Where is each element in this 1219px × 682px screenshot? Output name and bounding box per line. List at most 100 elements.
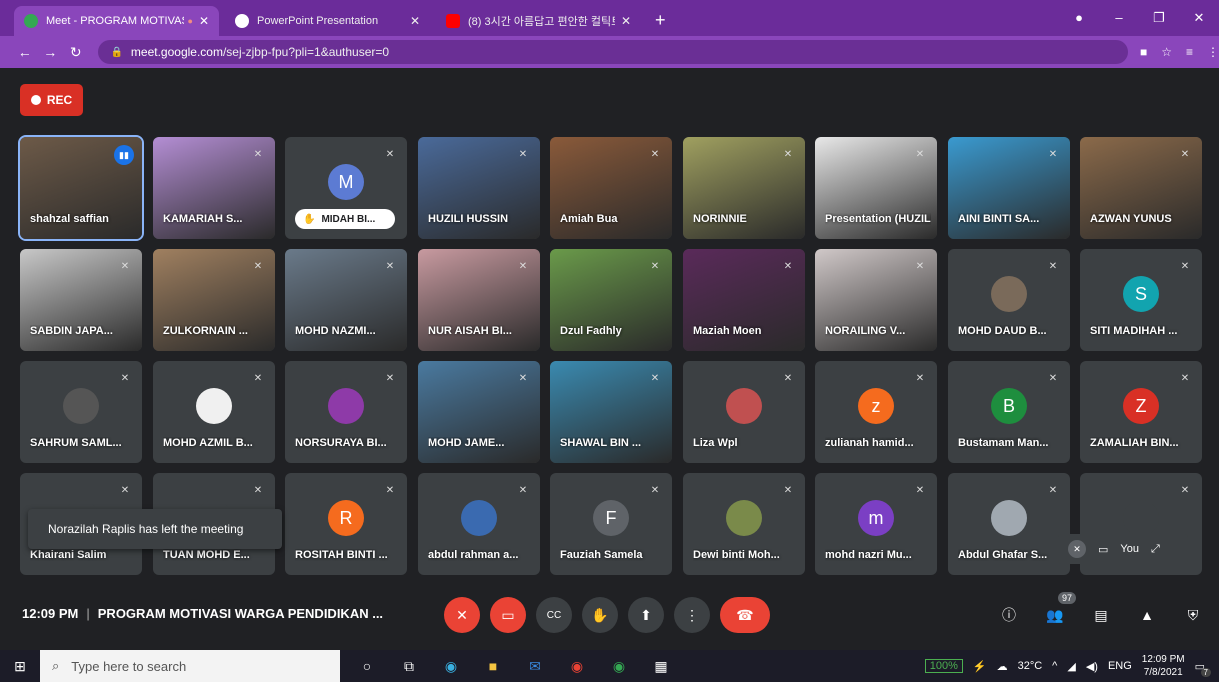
participant-tile[interactable]: Z ✕ ZAMALIAH BIN... <box>1080 361 1202 463</box>
participant-tile[interactable]: ✕ NORSURAYA BI... <box>285 361 407 463</box>
participant-name: Bustamam Man... <box>958 437 1049 449</box>
participant-name: NORSURAYA BI... <box>295 437 387 449</box>
participant-tile[interactable]: ✕ ZULKORNAIN ... <box>153 249 275 351</box>
menu-icon[interactable]: ⋮ <box>1207 45 1219 59</box>
participant-tile[interactable]: ▮▮ shahzal saffian <box>18 135 144 241</box>
participant-tile[interactable]: F ✕ Fauziah Samela <box>550 473 672 575</box>
tab-meet[interactable]: Meet - PROGRAM MOTIVASI ● ✕ <box>14 6 219 36</box>
camera-icon[interactable]: ■ <box>1140 45 1147 59</box>
participant-name: SHAWAL BIN ... <box>560 437 642 449</box>
participant-tile[interactable]: B ✕ Bustamam Man... <box>948 361 1070 463</box>
file-explorer-icon[interactable]: ■ <box>482 658 504 675</box>
activities-button[interactable]: ▲ <box>1134 598 1160 632</box>
participant-name: NORINNIE <box>693 213 747 225</box>
mic-muted-icon: ✕ <box>518 372 528 384</box>
volume-icon[interactable]: ◀) <box>1086 660 1098 673</box>
taskbar-clock[interactable]: 12:09 PM 7/8/2021 <box>1142 653 1185 679</box>
participant-tile[interactable]: ✕ HUZILI HUSSIN <box>418 137 540 239</box>
tab-powerpoint[interactable]: PowerPoint Presentation ✕ <box>225 6 430 36</box>
participant-tile[interactable]: ✕ SAHRUM SAML... <box>20 361 142 463</box>
participant-tile[interactable]: ✕ MOHD NAZMI... <box>285 249 407 351</box>
mic-toggle-button[interactable]: ✕ <box>444 597 480 633</box>
notification-icon[interactable]: ▭ 7 <box>1195 660 1211 677</box>
tray-up-icon[interactable]: ^ <box>1052 660 1057 672</box>
task-view-icon[interactable]: ⧉ <box>398 658 420 675</box>
participant-tile[interactable]: ✕ Maziah Moen <box>683 249 805 351</box>
mic-muted-icon: ✕ <box>783 484 793 496</box>
close-window-button[interactable]: ✕ <box>1179 0 1219 36</box>
avatar <box>328 388 364 424</box>
participant-tile[interactable]: ✕ KAMARIAH S... <box>153 137 275 239</box>
minimize-button[interactable]: – <box>1099 0 1139 36</box>
language-indicator[interactable]: ENG <box>1108 660 1132 672</box>
participant-tile[interactable]: ✕ NORAILING V... <box>815 249 937 351</box>
forward-button[interactable]: → <box>37 44 62 60</box>
queue-icon[interactable]: ≡ <box>1186 45 1193 59</box>
participant-tile[interactable]: M ✕ ✋ MIDAH BI... <box>285 137 407 239</box>
info-button[interactable]: ⓘ <box>996 598 1022 632</box>
mail-icon[interactable]: ✉ <box>524 658 546 675</box>
participant-tile[interactable]: z ✕ zulianah hamid... <box>815 361 937 463</box>
participant-tile[interactable]: ✕ SHAWAL BIN ... <box>550 361 672 463</box>
profile-icon[interactable]: ● <box>1059 0 1099 36</box>
app-icon[interactable]: ▦ <box>650 658 672 675</box>
participant-name: SABDIN JAPA... <box>30 325 113 337</box>
close-icon[interactable]: ✕ <box>621 14 631 28</box>
participant-tile[interactable]: ✕ MOHD JAME... <box>418 361 540 463</box>
chrome-icon[interactable]: ◉ <box>566 658 588 675</box>
participant-tile[interactable]: ✕ Dzul Fadhly <box>550 249 672 351</box>
taskbar-search-box[interactable]: ⌕ Type here to search <box>40 650 340 682</box>
participant-tile[interactable]: ✕ Abdul Ghafar S... <box>948 473 1070 575</box>
captions-button[interactable]: CC <box>536 597 572 633</box>
expand-icon[interactable]: ⤢ <box>1151 543 1160 556</box>
cortana-icon[interactable]: ○ <box>356 658 378 675</box>
battery-indicator[interactable]: 100% <box>924 659 963 673</box>
participant-tile[interactable]: ✕ AINI BINTI SA... <box>948 137 1070 239</box>
new-tab-button[interactable]: + <box>647 6 674 36</box>
reload-button[interactable]: ↻ <box>63 44 88 61</box>
camera-off-icon[interactable]: ▭ <box>1098 543 1108 556</box>
edge-icon[interactable]: ◉ <box>440 658 462 675</box>
mic-off-icon[interactable]: ✕ <box>1068 540 1086 558</box>
participant-tile[interactable]: ✕ MOHD AZMIL B... <box>153 361 275 463</box>
camera-toggle-button[interactable]: ▭ <box>490 597 526 633</box>
url-field[interactable]: 🔒 meet.google.com /sej-zjbp-fpu?pli=1&au… <box>98 40 1128 64</box>
end-call-button[interactable]: ☎ <box>720 597 770 633</box>
participant-tile[interactable]: m ✕ mohd nazri Mu... <box>815 473 937 575</box>
more-options-button[interactable]: ⋮ <box>674 597 710 633</box>
windows-start-icon[interactable]: ⊞ <box>0 658 40 675</box>
chat-button[interactable]: ▤ <box>1088 598 1114 632</box>
participant-tile[interactable]: ✕ Dewi binti Moh... <box>683 473 805 575</box>
participant-tile[interactable]: ✕ SABDIN JAPA... <box>20 249 142 351</box>
mic-muted-icon: ✕ <box>783 372 793 384</box>
participant-name: Fauziah Samela <box>560 549 643 561</box>
mic-muted-icon: ✕ <box>385 260 395 272</box>
people-button[interactable]: 👥 97 <box>1042 592 1076 632</box>
participant-tile[interactable]: ✕ Presentation (HUZILI HUSSI... <box>815 137 937 239</box>
star-icon[interactable]: ☆ <box>1161 45 1172 59</box>
present-button[interactable]: ⬆ <box>628 597 664 633</box>
avatar: B <box>991 388 1027 424</box>
participant-tile[interactable]: ✕ abdul rahman a... <box>418 473 540 575</box>
chrome-alt-icon[interactable]: ◉ <box>608 658 630 675</box>
mic-muted-icon: ✕ <box>650 148 660 160</box>
participant-tile[interactable]: ✕ Amiah Bua <box>550 137 672 239</box>
restore-button[interactable]: ❐ <box>1139 0 1179 36</box>
network-icon[interactable]: ◢ <box>1067 660 1075 673</box>
participant-tile[interactable]: ✕ MOHD DAUD B... <box>948 249 1070 351</box>
raise-hand-button[interactable]: ✋ <box>582 597 618 633</box>
temperature[interactable]: 32°C <box>1018 660 1043 672</box>
participant-tile[interactable]: ✕ NORINNIE <box>683 137 805 239</box>
host-controls-button[interactable]: ⛨ <box>1180 598 1206 632</box>
close-icon[interactable]: ✕ <box>410 14 420 28</box>
rec-button[interactable]: REC <box>20 84 83 116</box>
participant-tile[interactable]: R ✕ ROSITAH BINTI ... <box>285 473 407 575</box>
close-icon[interactable]: ✕ <box>199 14 209 28</box>
participant-tile[interactable]: ✕ Liza Wpl <box>683 361 805 463</box>
mic-muted-icon: ✕ <box>650 260 660 272</box>
participant-tile[interactable]: ✕ NUR AISAH BI... <box>418 249 540 351</box>
back-button[interactable]: ← <box>12 44 37 60</box>
participant-tile[interactable]: S ✕ SITI MADIHAH ... <box>1080 249 1202 351</box>
participant-tile[interactable]: ✕ AZWAN YUNUS <box>1080 137 1202 239</box>
tab-youtube[interactable]: (8) 3시간 아름답고 편안한 컬틱트 ✕ <box>436 6 641 36</box>
